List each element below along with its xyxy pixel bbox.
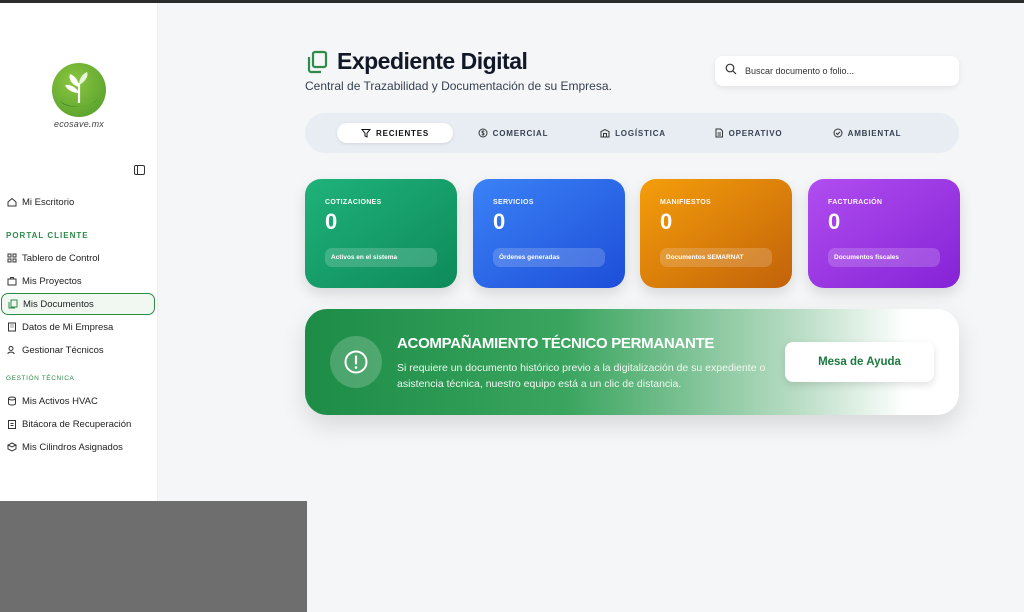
- section-portal-cliente: PORTAL CLIENTE: [6, 231, 89, 240]
- tab-label: RECIENTES: [376, 128, 429, 138]
- card-pill: Activos en el sistema: [325, 248, 437, 267]
- database-icon: [7, 396, 17, 406]
- card-servicios[interactable]: SERVICIOS 0 Órdenes generadas: [473, 179, 625, 288]
- leaf-logo-icon: [52, 63, 106, 117]
- sidebar-item-activos-hvac[interactable]: Mis Activos HVAC: [1, 390, 155, 412]
- sidebar-item-label: Tablero de Control: [22, 252, 100, 264]
- card-cotizaciones[interactable]: COTIZACIONES 0 Activos en el sistema: [305, 179, 457, 288]
- category-tabs: RECIENTES COMERCIAL LOGÍSTICA OPERATIVO …: [305, 113, 959, 153]
- card-manifiestos[interactable]: MANIFIESTOS 0 Documentos SEMARNAT: [640, 179, 792, 288]
- sidebar-item-empresa[interactable]: Datos de Mi Empresa: [1, 316, 155, 338]
- page-subtitle: Central de Trazabilidad y Documentación …: [305, 79, 612, 93]
- check-circle-icon: [833, 128, 843, 138]
- card-value: 0: [325, 209, 338, 234]
- page-title-text: Expediente Digital: [337, 48, 528, 74]
- search-icon: [725, 62, 737, 80]
- sidebar-item-tecnicos[interactable]: Gestionar Técnicos: [1, 339, 155, 361]
- tab-label: LOGÍSTICA: [615, 128, 666, 138]
- card-label: COTIZACIONES: [325, 199, 382, 206]
- card-label: FACTURACIÓN: [828, 199, 883, 206]
- sidebar-item-tablero[interactable]: Tablero de Control: [1, 247, 155, 269]
- alert-circle-icon: [330, 336, 382, 388]
- brand-logo[interactable]: ecosave.mx: [50, 63, 108, 129]
- sidebar-item-bitacora[interactable]: Bitácora de Recuperación: [1, 413, 155, 435]
- grid-icon: [7, 253, 17, 263]
- sidebar-item-documentos[interactable]: Mis Documentos: [1, 293, 155, 315]
- dollar-icon: [478, 128, 488, 138]
- sidebar-item-label: Mis Cilindros Asignados: [22, 441, 123, 453]
- tab-comercial[interactable]: COMERCIAL: [473, 123, 553, 143]
- card-label: SERVICIOS: [493, 199, 534, 206]
- tab-ambiental[interactable]: AMBIENTAL: [827, 123, 907, 143]
- overlay-panel: [0, 501, 307, 612]
- users-icon: [7, 345, 17, 355]
- sidebar-item-label: Mi Escritorio: [22, 196, 75, 208]
- search-box[interactable]: [715, 56, 959, 86]
- documents-icon: [305, 50, 329, 74]
- sidebar-item-label: Mis Activos HVAC: [22, 395, 98, 407]
- filter-icon: [361, 128, 371, 138]
- file-icon: [714, 128, 724, 138]
- card-value: 0: [493, 209, 506, 234]
- home-icon: [7, 197, 17, 207]
- card-facturacion[interactable]: FACTURACIÓN 0 Documentos fiscales: [808, 179, 960, 288]
- banner-title: ACOMPAÑAMIENTO TÉCNICO PERMANANTE: [397, 335, 715, 352]
- banner-text: Si requiere un documento histórico previ…: [397, 362, 766, 390]
- clipboard-icon: [7, 419, 17, 429]
- tab-operativo[interactable]: OPERATIVO: [707, 123, 789, 143]
- tab-label: OPERATIVO: [728, 128, 783, 138]
- search-input[interactable]: [745, 66, 945, 76]
- tab-label: AMBIENTAL: [847, 128, 902, 138]
- building-icon: [7, 322, 17, 332]
- tab-recientes[interactable]: RECIENTES: [337, 123, 453, 143]
- card-value: 0: [828, 209, 841, 234]
- card-value: 0: [660, 209, 673, 234]
- card-pill: Órdenes generadas: [493, 248, 605, 267]
- tab-label: COMERCIAL: [492, 128, 549, 138]
- briefcase-icon: [7, 276, 17, 286]
- sidebar-item-label: Datos de Mi Empresa: [22, 321, 114, 333]
- brand-name: ecosave.mx: [53, 119, 105, 129]
- card-label: MANIFIESTOS: [660, 199, 712, 206]
- warehouse-icon: [600, 128, 610, 138]
- page-title: Expediente Digital: [305, 48, 612, 75]
- help-desk-button[interactable]: Mesa de Ayuda: [785, 342, 934, 382]
- sidebar-item-mi-escritorio[interactable]: Mi Escritorio: [1, 191, 155, 213]
- sidebar-item-cilindros[interactable]: Mis Cilindros Asignados: [1, 436, 155, 458]
- sidebar-item-proyectos[interactable]: Mis Proyectos: [1, 270, 155, 292]
- cylinder-icon: [7, 442, 17, 452]
- sidebar-item-label: Mis Proyectos: [22, 275, 82, 287]
- section-gestion-tecnica: GESTIÓN TÉCNICA: [6, 375, 75, 382]
- card-pill: Documentos fiscales: [828, 248, 940, 267]
- page-header: Expediente Digital Central de Trazabilid…: [305, 48, 612, 93]
- sidebar-item-label: Gestionar Técnicos: [22, 344, 104, 356]
- sidebar: ecosave.mx Mi Escritorio PORTAL CLIENTE …: [0, 3, 158, 501]
- tab-logistica[interactable]: LOGÍSTICA: [593, 123, 673, 143]
- documents-icon: [8, 299, 18, 309]
- sidebar-item-label: Bitácora de Recuperación: [22, 418, 132, 430]
- card-pill: Documentos SEMARNAT: [660, 248, 772, 267]
- sidebar-item-label: Mis Documentos: [23, 298, 94, 310]
- sidebar-toggle-icon[interactable]: [134, 165, 145, 175]
